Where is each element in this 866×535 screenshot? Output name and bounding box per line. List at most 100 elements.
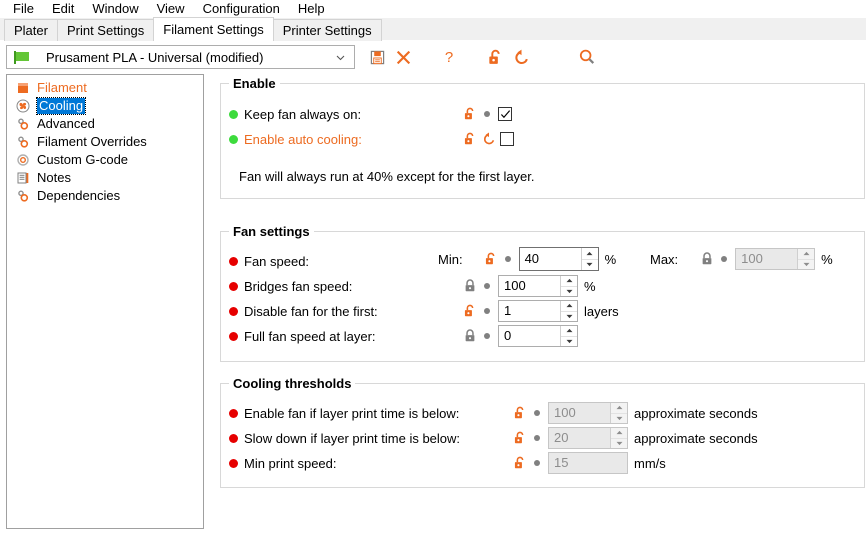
slow-down-if-layer-time-below-spinner[interactable]: 20 [548, 427, 628, 449]
spinner-down-icon[interactable] [561, 337, 577, 347]
preset-combobox[interactable]: Prusament PLA - Universal (modified) [6, 45, 355, 69]
search-icon[interactable] [574, 44, 600, 70]
spinner-down-icon[interactable] [582, 260, 598, 271]
menu-item-help[interactable]: Help [289, 0, 334, 18]
lock-gray-icon[interactable] [699, 251, 715, 267]
spinner-arrows[interactable] [580, 248, 598, 271]
spinner-down-icon[interactable] [611, 439, 627, 449]
disable-fan-first-layers-value[interactable]: 1 [499, 301, 560, 321]
spinner-up-icon[interactable] [611, 428, 627, 439]
spinner-arrows[interactable] [610, 403, 627, 423]
menu-item-view[interactable]: View [148, 0, 194, 18]
fan-icon [15, 98, 31, 114]
row-enable-auto-cooling-controls [462, 128, 514, 150]
row-fan-speed: Fan speed: [229, 250, 309, 272]
sidebar-item-label: Custom G-code [37, 152, 129, 167]
bridges-fan-speed-value[interactable]: 100 [499, 276, 560, 296]
unlock-orange-icon[interactable] [462, 106, 478, 122]
preset-toolbar: ? [364, 44, 600, 70]
fan-speed-max-value: 100 [741, 251, 763, 266]
menu-item-file[interactable]: File [4, 0, 43, 18]
spinner-up-icon[interactable] [561, 301, 577, 312]
spinner-arrows[interactable] [797, 249, 815, 270]
gears-icon [15, 188, 31, 204]
max-label: Max: [650, 251, 679, 267]
save-preset-button[interactable] [364, 44, 390, 70]
revert-orange-icon[interactable] [481, 131, 497, 147]
spinner-arrows[interactable] [610, 428, 627, 448]
row-keep-fan-always-on-controls [462, 103, 512, 125]
sidebar-item-advanced[interactable]: Advanced [7, 115, 203, 133]
full-fan-speed-at-layer-spinner[interactable]: 0 [498, 325, 578, 347]
chevron-down-icon[interactable] [336, 53, 345, 62]
spinner-up-icon[interactable] [561, 326, 577, 337]
tab-printer-settings[interactable]: Printer Settings [272, 19, 382, 41]
menu-item-window[interactable]: Window [83, 0, 147, 18]
row-enable-auto-cooling: Enable auto cooling: [229, 128, 362, 150]
spinner-arrows[interactable] [560, 301, 577, 321]
enable-fan-if-layer-time-below-unit: approximate seconds [634, 405, 758, 421]
row-min-print-speed: Min print speed: [229, 452, 337, 474]
lock-gray-icon[interactable] [462, 328, 478, 344]
help-button[interactable]: ? [436, 44, 462, 70]
preset-bar: Prusament PLA - Universal (modified) ? [0, 42, 866, 72]
enable-note: Fan will always run at 40% except for th… [239, 169, 535, 184]
spinner-arrows[interactable] [560, 276, 577, 296]
menu-item-configuration[interactable]: Configuration [194, 0, 289, 18]
unlock-orange-icon[interactable] [462, 303, 478, 319]
menu-bar: File Edit Window View Configuration Help [0, 0, 866, 18]
unlock-orange-icon[interactable] [483, 251, 499, 267]
sidebar-item-filament[interactable]: Filament [7, 79, 203, 97]
bridges-fan-speed-unit: % [584, 278, 596, 294]
sidebar-item-custom-gcode[interactable]: Custom G-code [7, 151, 203, 169]
sidebar-item-label: Filament [37, 80, 87, 95]
lock-gray-icon[interactable] [462, 278, 478, 294]
spinner-arrows[interactable] [560, 326, 577, 346]
disable-fan-first-layers-spinner[interactable]: 1 [498, 300, 578, 322]
unlock-orange-icon[interactable] [512, 455, 528, 471]
spinner-down-icon[interactable] [611, 414, 627, 424]
enable-fan-if-layer-time-below-spinner[interactable]: 100 [548, 402, 628, 424]
full-fan-speed-at-layer-value[interactable]: 0 [499, 326, 560, 346]
row-min-print-speed-controls: 15 mm/s [512, 452, 666, 474]
group-cooling-thresholds: Cooling thresholds Enable fan if layer p… [220, 376, 865, 488]
tab-filament-settings[interactable]: Filament Settings [153, 17, 274, 41]
revert-all-button[interactable] [508, 44, 534, 70]
slow-down-if-layer-time-below-value: 20 [554, 430, 569, 445]
unlock-all-button[interactable] [482, 44, 508, 70]
revert-placeholder-dot [534, 410, 540, 416]
menu-item-edit[interactable]: Edit [43, 0, 83, 18]
svg-text:?: ? [445, 49, 453, 65]
spinner-down-icon[interactable] [561, 312, 577, 322]
unlock-orange-icon[interactable] [512, 430, 528, 446]
min-print-speed-field[interactable]: 15 [548, 452, 628, 474]
sidebar-item-notes[interactable]: Notes [7, 169, 203, 187]
delete-preset-button[interactable] [390, 44, 416, 70]
spinner-up-icon[interactable] [798, 249, 815, 260]
fan-speed-min-spinner[interactable]: 40 [518, 247, 599, 271]
enable-auto-cooling-checkbox[interactable] [500, 132, 514, 146]
spinner-up-icon[interactable] [581, 248, 598, 260]
sidebar-item-filament-overrides[interactable]: Filament Overrides [7, 133, 203, 151]
fan-speed-max-spinner[interactable]: 100 [735, 248, 816, 270]
sidebar-item-cooling[interactable]: Cooling [7, 97, 203, 115]
spinner-down-icon[interactable] [561, 287, 577, 297]
keep-fan-always-on-checkbox[interactable] [498, 107, 512, 121]
tab-print-settings[interactable]: Print Settings [56, 19, 155, 41]
status-bullet [229, 408, 238, 418]
bridges-fan-speed-spinner[interactable]: 100 [498, 275, 578, 297]
row-fan-speed-min: Min: 40 % [438, 247, 616, 271]
sidebar-item-dependencies[interactable]: Dependencies [7, 187, 203, 205]
revert-placeholder-dot [484, 111, 490, 117]
gears-icon [15, 116, 31, 132]
row-label: Enable auto cooling: [244, 131, 362, 147]
status-bullet [229, 331, 238, 341]
fan-speed-min-value[interactable]: 40 [520, 248, 581, 270]
tab-plater[interactable]: Plater [4, 19, 58, 41]
unlock-orange-icon[interactable] [462, 131, 478, 147]
spinner-up-icon[interactable] [611, 403, 627, 414]
row-label: Disable fan for the first: [244, 303, 378, 319]
spinner-up-icon[interactable] [561, 276, 577, 287]
unlock-orange-icon[interactable] [512, 405, 528, 421]
spinner-down-icon[interactable] [798, 260, 814, 270]
